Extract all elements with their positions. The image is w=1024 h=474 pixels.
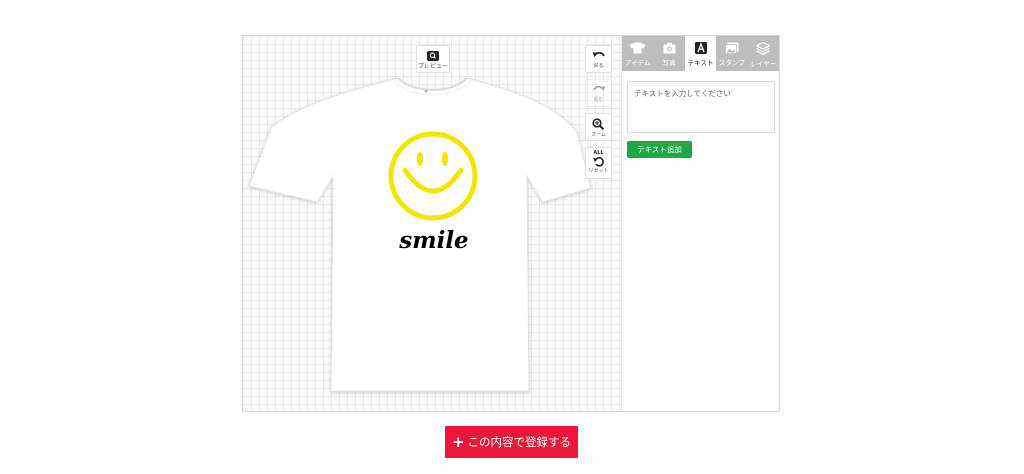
reset-icon [592, 157, 604, 167]
undo-button[interactable]: 戻る [585, 45, 612, 73]
tab-text-label: テキスト [687, 59, 714, 67]
tab-text[interactable]: テキスト [684, 36, 717, 71]
zoom-button[interactable]: ズーム [585, 113, 612, 141]
preview-zoom-icon [427, 51, 439, 61]
zoom-icon [592, 118, 605, 130]
tab-layer[interactable]: レイヤー [748, 36, 779, 71]
register-label: この内容で登録する [467, 435, 572, 449]
undo-icon [592, 51, 605, 58]
reset-all-badge: ALL [593, 150, 604, 156]
smiley-right-eye [441, 152, 449, 166]
layers-icon [756, 42, 771, 55]
tab-stamp-label: スタンプ [719, 59, 745, 67]
redo-button[interactable]: 進む [585, 79, 612, 107]
undo-label: 戻る [593, 63, 604, 69]
reset-label: リセット [588, 168, 609, 174]
tab-stamp[interactable]: スタンプ [716, 36, 747, 71]
preview-button[interactable]: プレビュー [416, 45, 450, 73]
tab-item-label: アイテム [625, 59, 651, 67]
design-editor: smile プレビュー 戻る 進む ズーム ALL リセット アイテム 写真 テ… [242, 35, 780, 412]
side-panel: アイテム 写真 テキスト スタンプ レイヤー テキストを入力してください テキス… [621, 36, 779, 411]
preview-label: プレビュー [417, 63, 448, 70]
tab-photo[interactable]: 写真 [653, 36, 684, 71]
add-text-button[interactable]: テキスト追加 [627, 141, 692, 158]
tshirt-preview: smile [248, 77, 592, 392]
camera-icon [663, 42, 676, 54]
tab-item[interactable]: アイテム [622, 36, 653, 71]
text-input[interactable] [627, 81, 775, 133]
text-a-icon [694, 42, 707, 54]
tshirt-icon [629, 42, 646, 54]
panel-tabs: アイテム 写真 テキスト スタンプ レイヤー [622, 36, 779, 71]
design-canvas[interactable]: smile プレビュー 戻る 進む ズーム ALL リセット [243, 36, 621, 411]
design-text[interactable]: smile [398, 227, 468, 254]
register-button[interactable]: + この内容で登録する [445, 426, 578, 458]
reset-button[interactable]: ALL リセット [585, 147, 612, 179]
zoom-label: ズーム [591, 132, 606, 138]
redo-label: 進む [593, 97, 604, 103]
tab-photo-label: 写真 [662, 59, 676, 67]
tab-layer-label: レイヤー [750, 60, 777, 68]
plus-icon: + [451, 432, 465, 451]
smiley-left-eye [416, 152, 424, 166]
redo-icon [592, 85, 605, 92]
image-icon [725, 42, 739, 54]
